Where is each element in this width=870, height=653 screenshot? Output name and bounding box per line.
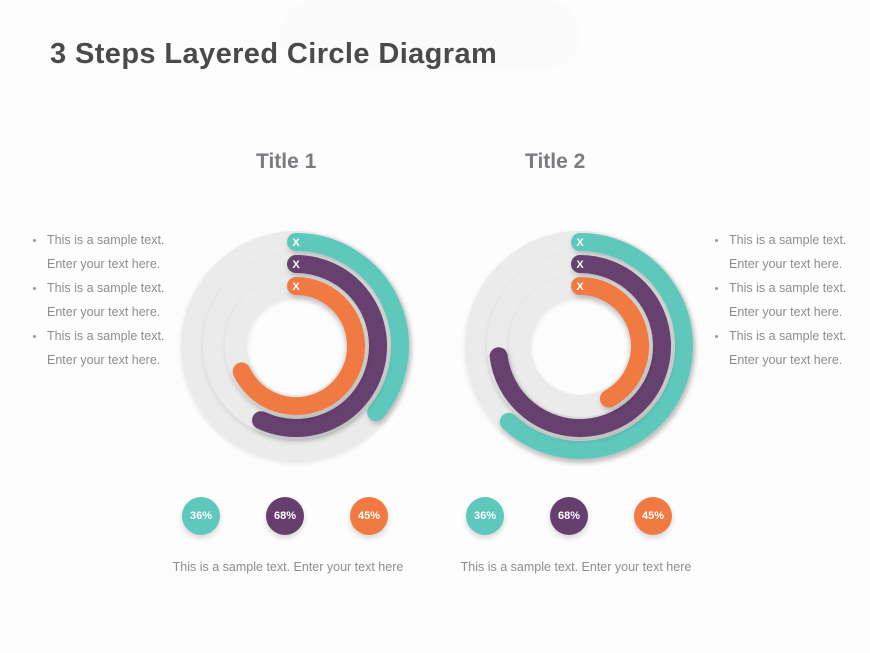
list-item: This is a sample text. Enter your text h… — [712, 324, 862, 372]
column-title-2: Title 2 — [525, 150, 586, 173]
status-badge[interactable]: 36% — [182, 497, 220, 535]
ring-label: X — [292, 259, 300, 271]
list-item: This is a sample text. Enter your text h… — [30, 228, 180, 276]
layered-circle-diagram-2: XXX — [452, 218, 708, 474]
percentage-badges-2: 36% 68% 45% — [452, 497, 708, 537]
status-badge[interactable]: 68% — [266, 497, 304, 535]
column-title-1: Title 1 — [256, 150, 317, 173]
bullet-list-left: This is a sample text. Enter your text h… — [30, 228, 180, 372]
page-title: 3 Steps Layered Circle Diagram — [50, 38, 498, 70]
badge-label: 36% — [189, 510, 213, 522]
status-badge[interactable]: 68% — [550, 497, 588, 535]
ring-label: X — [576, 259, 584, 271]
status-badge[interactable]: 45% — [350, 497, 388, 535]
ring-label: X — [292, 281, 300, 293]
bullet-list-right: This is a sample text. Enter your text h… — [712, 228, 862, 372]
caption-1: This is a sample text. Enter your text h… — [172, 560, 404, 574]
layered-circle-diagram-1: XXX — [168, 218, 424, 474]
list-item: This is a sample text. Enter your text h… — [712, 228, 862, 276]
badge-label: 68% — [557, 510, 581, 522]
status-badge[interactable]: 45% — [634, 497, 672, 535]
background-wash — [690, 470, 870, 653]
badge-label: 36% — [473, 510, 497, 522]
percentage-badges-1: 36% 68% 45% — [168, 497, 424, 537]
caption-2: This is a sample text. Enter your text h… — [460, 560, 692, 574]
list-item: This is a sample text. Enter your text h… — [30, 324, 180, 372]
ring-label: X — [576, 281, 584, 293]
slide-canvas: 3 Steps Layered Circle Diagram Title 1 T… — [0, 0, 870, 653]
badge-label: 45% — [357, 510, 381, 522]
status-badge[interactable]: 36% — [466, 497, 504, 535]
badge-label: 68% — [273, 510, 297, 522]
ring-label: X — [576, 237, 584, 249]
list-item: This is a sample text. Enter your text h… — [30, 276, 180, 324]
badge-label: 45% — [641, 510, 665, 522]
list-item: This is a sample text. Enter your text h… — [712, 276, 862, 324]
ring-label: X — [292, 237, 300, 249]
